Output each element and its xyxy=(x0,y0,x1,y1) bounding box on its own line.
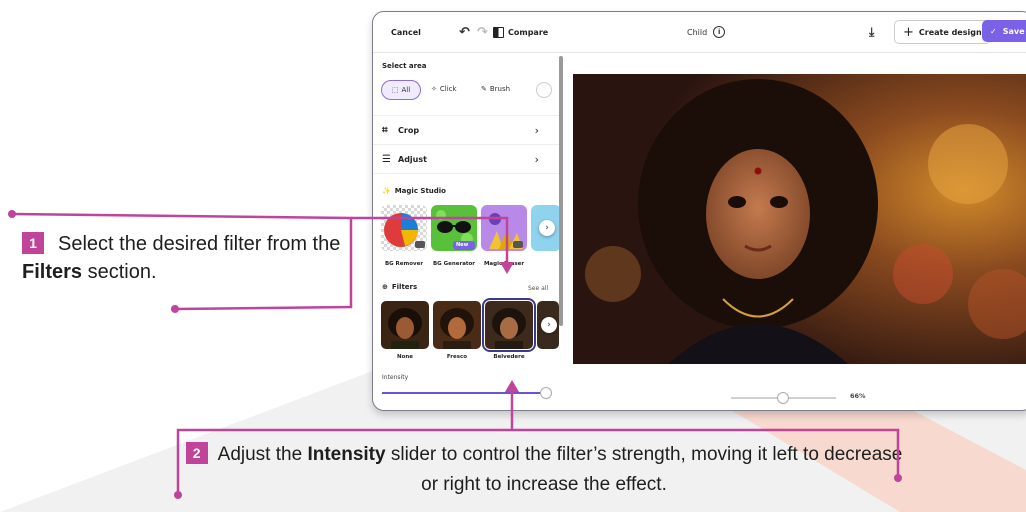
edit-sidebar: Select area ⬚ All ✧ Click ✎ Brush ⌗ Crop… xyxy=(373,53,563,410)
bg-generator-tile[interactable]: New xyxy=(431,205,477,251)
save-button[interactable]: ✓ Save xyxy=(982,20,1026,42)
select-all-icon: ⬚ xyxy=(391,86,399,94)
new-badge: New xyxy=(456,242,469,248)
filter-belvedere-tile[interactable] xyxy=(482,298,536,352)
chevron-right-icon[interactable]: › xyxy=(541,317,557,333)
download-icon[interactable]: ⤓ xyxy=(869,23,874,41)
sliders-icon: ☰ xyxy=(382,153,391,165)
step-1-text-bold: Filters xyxy=(22,261,83,283)
redo-icon[interactable]: ↷ xyxy=(477,23,488,41)
brush-icon: ✎ xyxy=(481,85,487,93)
step-2-text-bold: Intensity xyxy=(307,444,386,465)
crop-icon: ⌗ xyxy=(382,124,388,136)
sparkle-icon: ✨ xyxy=(382,187,391,195)
chevron-right-icon[interactable]: › xyxy=(539,220,555,236)
filter-none-tile[interactable] xyxy=(381,301,429,349)
magic-click-icon: ✧ xyxy=(431,85,437,93)
filter-fresco-label: Fresco xyxy=(446,354,468,360)
compare-button[interactable]: Compare xyxy=(493,23,548,41)
filter-belvedere-label: Belvedere xyxy=(493,354,525,360)
step-2-text-post: slider to control the filter’s strength,… xyxy=(385,444,903,495)
adjust-row[interactable]: ☰ Adjust › xyxy=(373,145,559,174)
photo-editor-window: Cancel ↶ ↷ Compare Child i ⤓ + Create de… xyxy=(372,11,1026,411)
step-2-badge: 2 xyxy=(185,442,208,464)
filters-icon: ⊕ xyxy=(382,283,388,291)
step-2-callout: 2 Adjust the Intensity slider to control … xyxy=(184,440,904,500)
filters-carousel: › xyxy=(381,298,559,352)
zoom-slider-handle[interactable] xyxy=(777,392,789,404)
compare-icon xyxy=(493,26,504,38)
cancel-button[interactable]: Cancel xyxy=(391,23,421,41)
bg-generator-label: BG Generator xyxy=(432,261,476,267)
intensity-slider-handle[interactable] xyxy=(540,387,552,399)
design-title[interactable]: Child i xyxy=(687,23,726,41)
intensity-label: Intensity xyxy=(382,374,409,381)
crop-row[interactable]: ⌗ Crop › xyxy=(373,115,559,145)
photo-canvas[interactable] xyxy=(573,74,1026,364)
select-brush-option[interactable]: ✎ Brush xyxy=(481,80,510,98)
bg-remover-tile[interactable] xyxy=(381,205,427,251)
undo-icon[interactable]: ↶ xyxy=(459,23,470,41)
intensity-slider[interactable] xyxy=(382,392,548,394)
zoom-level: 66% xyxy=(850,392,866,400)
plus-icon: + xyxy=(903,24,914,40)
create-design-button[interactable]: + Create design xyxy=(894,20,991,44)
more-selection-options[interactable] xyxy=(536,82,552,98)
bg-remover-label: BG Remover xyxy=(384,261,424,267)
magic-eraser-label: Magic Eraser xyxy=(483,261,525,267)
select-all-option[interactable]: ⬚ All xyxy=(381,80,421,100)
info-icon[interactable]: i xyxy=(713,26,726,38)
filters-header: ⊕ Filters xyxy=(382,283,418,291)
step-1-text-pre: Select the desired filter from the xyxy=(58,233,341,255)
filter-none-label: None xyxy=(396,354,414,360)
magic-studio-header: ✨ Magic Studio xyxy=(382,187,446,195)
select-click-option[interactable]: ✧ Click xyxy=(431,80,457,98)
see-all-link[interactable]: See all xyxy=(528,285,548,292)
chevron-right-icon: › xyxy=(534,152,539,166)
editor-toolbar: Cancel ↶ ↷ Compare Child i ⤓ + Create de… xyxy=(373,12,1026,53)
chevron-right-icon: › xyxy=(534,123,539,137)
step-2-text-pre: Adjust the xyxy=(217,444,308,465)
magic-eraser-tile[interactable] xyxy=(481,205,527,251)
check-icon: ✓ xyxy=(990,26,997,36)
step-1-text-post: section. xyxy=(82,261,157,283)
select-area-title: Select area xyxy=(382,62,427,70)
sidebar-scrollbar[interactable] xyxy=(559,56,563,326)
magic-tools-carousel: New › xyxy=(381,205,561,253)
step-1-badge: 1 xyxy=(22,232,44,254)
step-1-callout: 1 Select the desired filter from the Filt… xyxy=(22,230,352,286)
filter-fresco-tile[interactable] xyxy=(433,301,481,349)
